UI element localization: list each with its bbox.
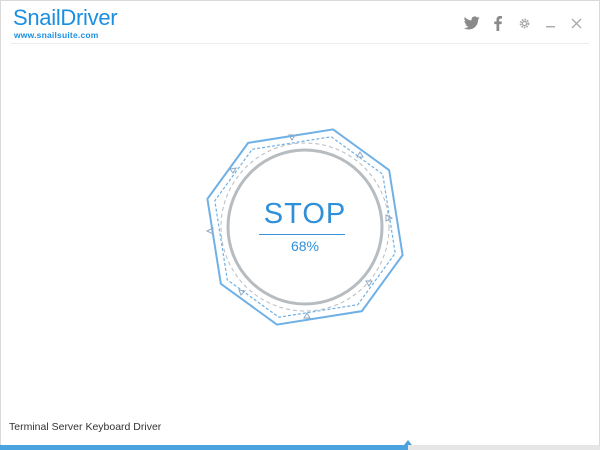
app-logo-name: SnailDriver (13, 5, 118, 30)
progress-bar-fill (0, 445, 408, 450)
twitter-icon[interactable] (459, 13, 485, 33)
progress-bar-marker (404, 440, 412, 445)
app-logo: SnailDriver www.snailsuite.com (13, 5, 118, 41)
progress-bar (0, 440, 600, 450)
stop-label[interactable]: STOP (229, 197, 381, 231)
title-divider (11, 43, 589, 44)
title-controls (459, 13, 589, 33)
stop-underline (259, 234, 345, 235)
gear-icon[interactable] (511, 13, 537, 33)
close-icon[interactable] (563, 13, 589, 33)
current-scan-item: Terminal Server Keyboard Driver (9, 421, 162, 433)
app-window: SnailDriver www.snailsuite.com STOP 68% … (0, 0, 600, 450)
facebook-icon[interactable] (485, 13, 511, 33)
title-bar[interactable]: SnailDriver www.snailsuite.com (1, 1, 599, 43)
progress-percent: 68% (290, 238, 320, 254)
app-logo-website: www.snailsuite.com (14, 30, 99, 40)
minimize-icon[interactable] (537, 13, 563, 33)
